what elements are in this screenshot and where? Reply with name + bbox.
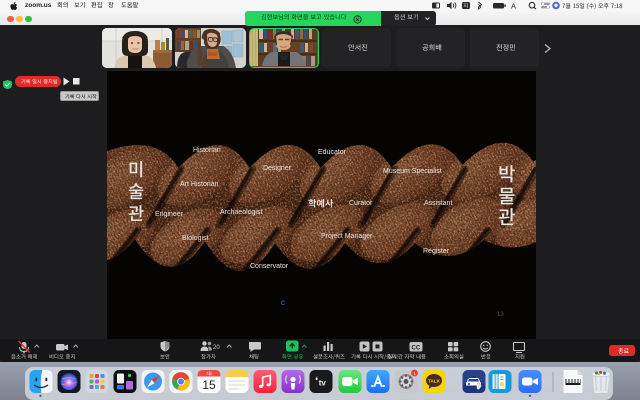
svg-text:1: 1 — [413, 371, 416, 376]
svg-text:15: 15 — [202, 378, 216, 392]
svg-text:TALK: TALK — [428, 379, 441, 384]
svg-text:tv: tv — [319, 379, 327, 388]
svg-text:20: 20 — [213, 345, 220, 351]
svg-text:A: A — [511, 2, 516, 11]
svg-text:CC: CC — [412, 345, 421, 351]
